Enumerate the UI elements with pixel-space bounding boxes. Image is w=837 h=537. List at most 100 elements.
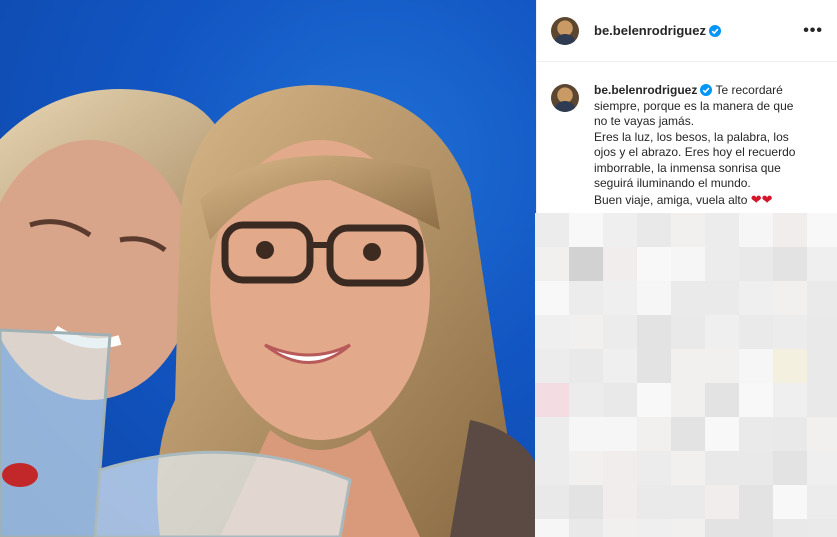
pixel-block: [637, 383, 671, 417]
pixel-block: [603, 281, 637, 315]
verified-badge-icon: [708, 25, 721, 37]
caption-line: ojos y el abrazo. Eres hoy el recuerdo: [594, 145, 796, 159]
caption-line: Eres la luz, los besos, la palabra, los: [594, 129, 789, 144]
pixel-block: [705, 281, 739, 315]
caption-line: no te vayas jamás.: [594, 114, 695, 128]
username-link[interactable]: be.belenrodriguez: [594, 23, 721, 38]
caption-line: seguirá iluminando el mundo.: [594, 176, 751, 190]
pixel-block: [705, 213, 739, 247]
avatar[interactable]: [551, 17, 579, 45]
verified-badge-icon: [700, 84, 713, 96]
pixel-block: [535, 519, 569, 537]
pixel-block: [535, 485, 569, 519]
pixel-block: [637, 315, 671, 349]
pixel-block: [535, 383, 569, 417]
pixel-block: [569, 485, 603, 519]
pixel-block: [569, 383, 603, 417]
pixel-block: [603, 417, 637, 451]
heart-emoji-icon: ❤❤: [750, 191, 773, 207]
pixel-block: [569, 247, 603, 281]
pixel-block: [637, 451, 671, 485]
selfie-illustration: [0, 85, 536, 537]
caption-line: Te recordaré: [715, 83, 783, 97]
pixel-block: [671, 281, 705, 315]
post-photo[interactable]: [0, 0, 536, 537]
pixelated-comments-area: [535, 213, 837, 537]
caption-last-line: Buen viaje, amiga, vuela alto ❤❤: [594, 192, 831, 209]
pixel-block: [637, 213, 671, 247]
pixel-block: [603, 485, 637, 519]
pixel-block: [705, 451, 739, 485]
pixel-block: [739, 315, 773, 349]
pixel-block: [807, 451, 837, 485]
pixel-block: [773, 213, 807, 247]
pixel-block: [773, 519, 807, 537]
pixel-block: [705, 247, 739, 281]
pixel-block: [671, 213, 705, 247]
pixel-block: [637, 519, 671, 537]
pixel-block: [705, 383, 739, 417]
pixel-block: [569, 451, 603, 485]
pixel-block: [739, 247, 773, 281]
pixel-block: [807, 349, 837, 383]
caption-line: Buen viaje, amiga, vuela alto: [594, 192, 748, 207]
pixel-block: [671, 417, 705, 451]
pixel-block: [773, 451, 807, 485]
caption-first-line: be.belenrodriguez Te recordaré: [594, 83, 831, 99]
username-label[interactable]: be.belenrodriguez: [594, 23, 706, 38]
pixel-block: [637, 485, 671, 519]
pixel-block: [739, 213, 773, 247]
pixel-block: [637, 281, 671, 315]
pixel-block: [705, 519, 739, 537]
pixel-block: [603, 519, 637, 537]
pixel-block: [739, 417, 773, 451]
pixel-block: [535, 349, 569, 383]
pixel-block: [739, 485, 773, 519]
pixel-block: [569, 349, 603, 383]
pixel-block: [535, 417, 569, 451]
pixel-block: [603, 315, 637, 349]
caption-username[interactable]: be.belenrodriguez: [594, 83, 697, 97]
pixel-block: [671, 315, 705, 349]
pixel-block: [671, 247, 705, 281]
pixel-block: [739, 383, 773, 417]
pixel-block: [705, 349, 739, 383]
pixel-block: [773, 315, 807, 349]
pixel-block: [773, 247, 807, 281]
pixel-block: [535, 247, 569, 281]
pixel-block: [807, 247, 837, 281]
pixel-block: [739, 451, 773, 485]
pixel-block: [569, 519, 603, 537]
pixel-block: [671, 451, 705, 485]
pixel-block: [705, 417, 739, 451]
pixel-block: [637, 247, 671, 281]
pixel-block: [671, 519, 705, 537]
pixel-block: [603, 383, 637, 417]
pixel-block: [807, 213, 837, 247]
pixel-block: [637, 417, 671, 451]
pixel-block: [603, 213, 637, 247]
caption-text: be.belenrodriguez Te recordaré siempre, …: [594, 83, 831, 208]
pixel-block: [535, 451, 569, 485]
pixel-block: [807, 485, 837, 519]
more-options-icon[interactable]: •••: [803, 22, 823, 40]
pixel-block: [807, 281, 837, 315]
caption-avatar[interactable]: [551, 84, 579, 112]
pixel-block: [773, 349, 807, 383]
pixel-block: [807, 519, 837, 537]
pixel-block: [671, 383, 705, 417]
pixel-block: [705, 485, 739, 519]
pixel-block: [773, 281, 807, 315]
caption-line: siempre, porque es la manera de que: [594, 98, 794, 113]
post-header: be.belenrodriguez •••: [537, 0, 837, 62]
pixel-block: [569, 281, 603, 315]
pixel-block: [773, 485, 807, 519]
pixel-block: [535, 315, 569, 349]
pixel-block: [773, 383, 807, 417]
pixel-block: [739, 349, 773, 383]
pixel-block: [603, 451, 637, 485]
pixel-block: [671, 349, 705, 383]
pixel-block: [807, 315, 837, 349]
pixel-block: [603, 247, 637, 281]
pixel-block: [807, 417, 837, 451]
